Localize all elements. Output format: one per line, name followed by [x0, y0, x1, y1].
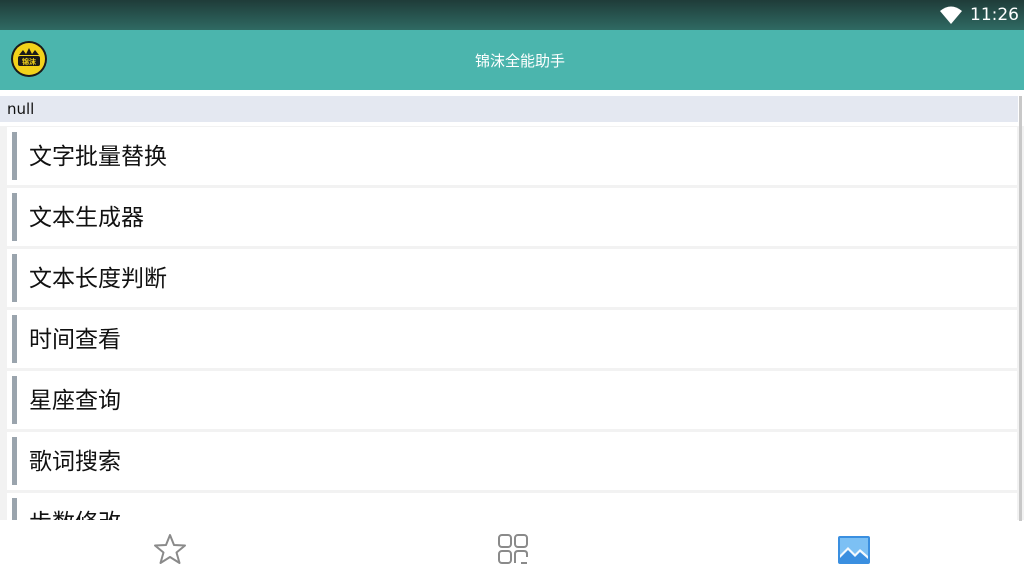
nav-favorites-button[interactable]	[110, 521, 230, 576]
star-icon	[154, 534, 186, 564]
bottom-nav	[0, 521, 1024, 576]
item-accent-bar	[12, 315, 17, 363]
info-text: null	[7, 100, 35, 118]
list-item[interactable]: 文本生成器	[7, 188, 1017, 246]
list-item-label: 文本长度判断	[29, 266, 167, 292]
item-accent-bar	[12, 254, 17, 302]
grid-icon	[498, 534, 528, 564]
item-accent-bar	[12, 376, 17, 424]
clock: 11:26	[970, 5, 1019, 25]
function-list[interactable]: 文字批量替换 文本生成器 文本长度判断 时间查看 星座查询 歌词搜索 步数修改	[0, 126, 1024, 520]
info-strip: null	[0, 96, 1018, 122]
list-item-label: 文字批量替换	[29, 144, 167, 170]
app-screen: 11:26 锦沫 锦沫全能助手 null 文字批量替换 文本生成器 文本长度判断	[0, 0, 1024, 576]
list-item[interactable]: 歌词搜索	[7, 432, 1017, 490]
list-item-label: 歌词搜索	[29, 449, 121, 475]
item-accent-bar	[12, 132, 17, 180]
wifi-icon	[940, 6, 962, 24]
nav-gallery-button[interactable]	[793, 521, 913, 576]
status-bar: 11:26	[0, 0, 1024, 30]
list-item-label: 文本生成器	[29, 205, 144, 231]
item-accent-bar	[12, 498, 17, 520]
list-item[interactable]: 步数修改	[7, 493, 1017, 520]
nav-apps-button[interactable]	[452, 521, 572, 576]
scrollbar[interactable]	[1019, 96, 1022, 521]
list-item[interactable]: 时间查看	[7, 310, 1017, 368]
item-accent-bar	[12, 193, 17, 241]
list-item[interactable]: 星座查询	[7, 371, 1017, 429]
app-title: 锦沫全能助手	[474, 52, 565, 70]
list-item[interactable]: 文字批量替换	[7, 127, 1017, 185]
list-item[interactable]: 文本长度判断	[7, 249, 1017, 307]
image-icon	[838, 536, 870, 564]
list-item-label: 时间查看	[29, 327, 121, 353]
list-item-label: 星座查询	[29, 388, 121, 414]
app-bar: 锦沫 锦沫全能助手	[0, 30, 1024, 90]
item-accent-bar	[12, 437, 17, 485]
list-item-label: 步数修改	[29, 493, 121, 520]
